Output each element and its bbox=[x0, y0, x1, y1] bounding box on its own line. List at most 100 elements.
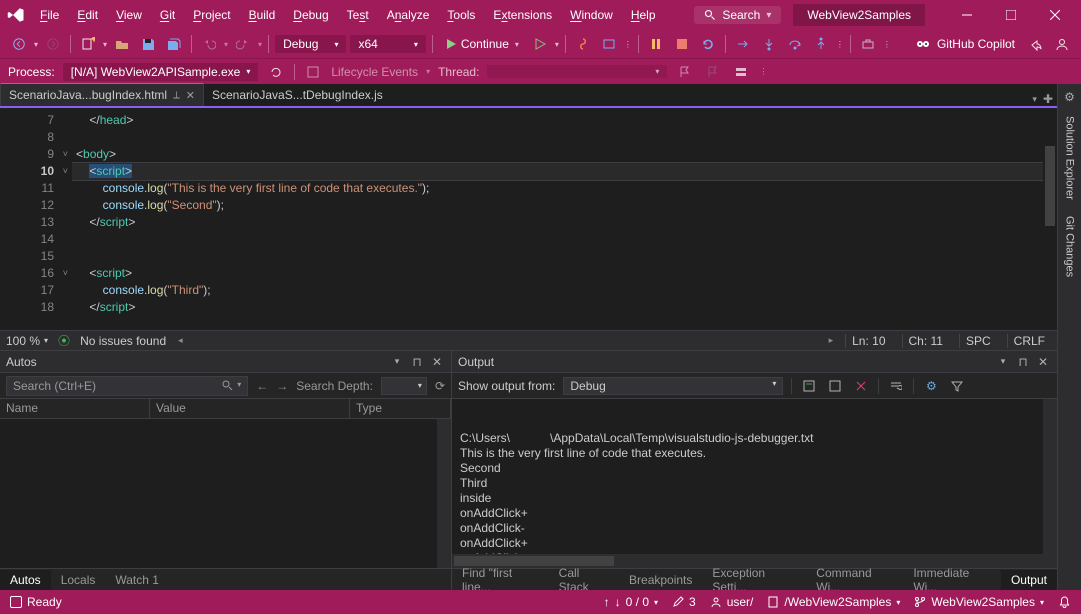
wrap-icon[interactable] bbox=[887, 377, 905, 395]
save-icon[interactable] bbox=[137, 33, 159, 55]
close-button[interactable] bbox=[1033, 0, 1077, 30]
thread-combo[interactable]: ▾ bbox=[487, 65, 667, 78]
nav-back-icon[interactable] bbox=[8, 33, 30, 55]
step-over-icon[interactable] bbox=[784, 33, 806, 55]
tab-active[interactable]: ScenarioJava...bugIndex.html ⟂ ✕ bbox=[0, 83, 204, 106]
panel-dropdown-icon[interactable]: ▾ bbox=[995, 354, 1011, 370]
platform-combo[interactable]: x64▾ bbox=[350, 35, 425, 53]
hot-reload-icon[interactable] bbox=[572, 33, 594, 55]
tab-locals[interactable]: Locals bbox=[51, 570, 106, 590]
col-name[interactable]: Name bbox=[0, 399, 150, 418]
config-combo[interactable]: Debug▾ bbox=[275, 35, 346, 53]
output-source-combo[interactable]: Debug▾ bbox=[563, 377, 783, 395]
lifecycle-icon[interactable] bbox=[303, 62, 323, 82]
branch-status[interactable]: WebView2Samples▾ bbox=[914, 595, 1044, 609]
minimize-button[interactable] bbox=[945, 0, 989, 30]
save-all-icon[interactable] bbox=[163, 33, 185, 55]
pin-icon[interactable]: ⟂ bbox=[173, 90, 180, 101]
browser-link-icon[interactable] bbox=[598, 33, 620, 55]
cursor-col[interactable]: Ch: 11 bbox=[902, 334, 949, 348]
panel-dropdown-icon[interactable]: ▾ bbox=[389, 354, 405, 370]
undo-icon[interactable] bbox=[198, 33, 220, 55]
h-scrollbar[interactable]: ◂▸ bbox=[176, 335, 835, 347]
output-vscroll[interactable] bbox=[1043, 399, 1057, 568]
search-prev-icon[interactable]: ← bbox=[256, 379, 268, 393]
continue-button[interactable]: Continue ▾ bbox=[439, 35, 525, 53]
tab-inactive[interactable]: ScenarioJavaS...tDebugIndex.js bbox=[204, 84, 391, 106]
sync-status[interactable]: ↑↓ 0 / 0▾ bbox=[604, 595, 658, 609]
tab-watch[interactable]: Watch 1 bbox=[105, 570, 169, 590]
goto-prev-icon[interactable] bbox=[826, 377, 844, 395]
search-next-icon[interactable]: → bbox=[276, 379, 288, 393]
menu-window[interactable]: Window bbox=[562, 4, 621, 26]
settings-icon[interactable]: ⚙ bbox=[922, 377, 940, 395]
menu-analyze[interactable]: Analyze bbox=[379, 4, 438, 26]
refresh-process-icon[interactable] bbox=[266, 62, 286, 82]
play-noDebug-icon[interactable] bbox=[529, 33, 551, 55]
tab-git-changes[interactable]: Git Changes bbox=[1062, 210, 1078, 283]
step-out-icon[interactable] bbox=[810, 33, 832, 55]
panel-pin-icon[interactable]: ⊓ bbox=[409, 354, 425, 370]
stop-icon[interactable] bbox=[671, 33, 693, 55]
output-hscroll[interactable] bbox=[452, 554, 1043, 568]
col-type[interactable]: Type bbox=[350, 399, 451, 418]
tab-output[interactable]: Output bbox=[1001, 570, 1057, 590]
depth-combo[interactable]: ▾ bbox=[381, 377, 427, 395]
clear-all-icon[interactable] bbox=[852, 377, 870, 395]
autos-tool-icon[interactable]: ⟳ bbox=[435, 379, 445, 393]
pause-icon[interactable] bbox=[645, 33, 667, 55]
menu-test[interactable]: Test bbox=[339, 4, 377, 26]
stack-frame-icon[interactable] bbox=[731, 62, 751, 82]
menu-tools[interactable]: Tools bbox=[439, 4, 483, 26]
share-icon[interactable] bbox=[1025, 33, 1047, 55]
edits-status[interactable]: 3 bbox=[672, 595, 696, 609]
nav-fwd-icon[interactable] bbox=[42, 33, 64, 55]
autos-search[interactable]: Search (Ctrl+E) ▾ bbox=[6, 376, 248, 396]
issues-label[interactable]: No issues found bbox=[80, 334, 166, 348]
tab-close-icon[interactable]: ✕ bbox=[186, 89, 195, 102]
copilot-button[interactable]: GitHub Copilot bbox=[909, 34, 1021, 54]
code-editor[interactable]: 78˅9˅101112131415˅161718 </head><body> <… bbox=[0, 108, 1057, 330]
step-next-icon[interactable] bbox=[732, 33, 754, 55]
flag-off-icon[interactable] bbox=[703, 62, 723, 82]
editor-scrollbar[interactable] bbox=[1043, 108, 1057, 330]
new-item-icon[interactable]: ✦ bbox=[77, 33, 99, 55]
nav-plus-icon[interactable]: ✚ bbox=[1043, 92, 1053, 106]
repo-status[interactable]: /WebView2Samples▾ bbox=[767, 595, 900, 609]
zoom-level[interactable]: 100 %▾ bbox=[6, 334, 48, 348]
flag-icon[interactable] bbox=[675, 62, 695, 82]
user-status[interactable]: user/ bbox=[710, 595, 754, 609]
notifications[interactable] bbox=[1058, 596, 1071, 609]
panel-close-icon[interactable]: ✕ bbox=[429, 354, 445, 370]
account-icon[interactable] bbox=[1051, 33, 1073, 55]
restart-icon[interactable] bbox=[697, 33, 719, 55]
tab-dropdown-icon[interactable]: ▾ bbox=[1032, 94, 1037, 105]
menu-view[interactable]: View bbox=[108, 4, 150, 26]
cursor-line[interactable]: Ln: 10 bbox=[845, 334, 891, 348]
output-body[interactable]: C:\Users\ \AppData\Local\Temp\visualstud… bbox=[452, 399, 1057, 568]
tab-autos[interactable]: Autos bbox=[0, 570, 51, 590]
menu-help[interactable]: Help bbox=[623, 4, 664, 26]
line-ending[interactable]: CRLF bbox=[1007, 334, 1051, 348]
panel-pin-icon[interactable]: ⊓ bbox=[1015, 354, 1031, 370]
menu-extensions[interactable]: Extensions bbox=[485, 4, 560, 26]
project-name[interactable]: WebView2Samples bbox=[793, 4, 925, 26]
filter-icon[interactable] bbox=[948, 377, 966, 395]
col-value[interactable]: Value bbox=[150, 399, 350, 418]
menu-git[interactable]: Git bbox=[152, 4, 183, 26]
menu-file[interactable]: File bbox=[32, 4, 67, 26]
tab-breakpoints[interactable]: Breakpoints bbox=[619, 570, 702, 590]
process-combo[interactable]: [N/A] WebView2APISample.exe▾ bbox=[63, 63, 259, 81]
menu-edit[interactable]: Edit bbox=[69, 4, 106, 26]
indent-mode[interactable]: SPC bbox=[959, 334, 997, 348]
step-into-icon[interactable] bbox=[758, 33, 780, 55]
search-box[interactable]: Search ▾ bbox=[694, 6, 781, 24]
toolbox-icon[interactable] bbox=[857, 33, 879, 55]
maximize-button[interactable] bbox=[989, 0, 1033, 30]
gear-icon[interactable]: ⚙ bbox=[1061, 88, 1079, 106]
menu-build[interactable]: Build bbox=[241, 4, 284, 26]
menu-project[interactable]: Project bbox=[185, 4, 238, 26]
tab-solution-explorer[interactable]: Solution Explorer bbox=[1062, 110, 1078, 206]
find-msg-icon[interactable] bbox=[800, 377, 818, 395]
menu-debug[interactable]: Debug bbox=[285, 4, 336, 26]
